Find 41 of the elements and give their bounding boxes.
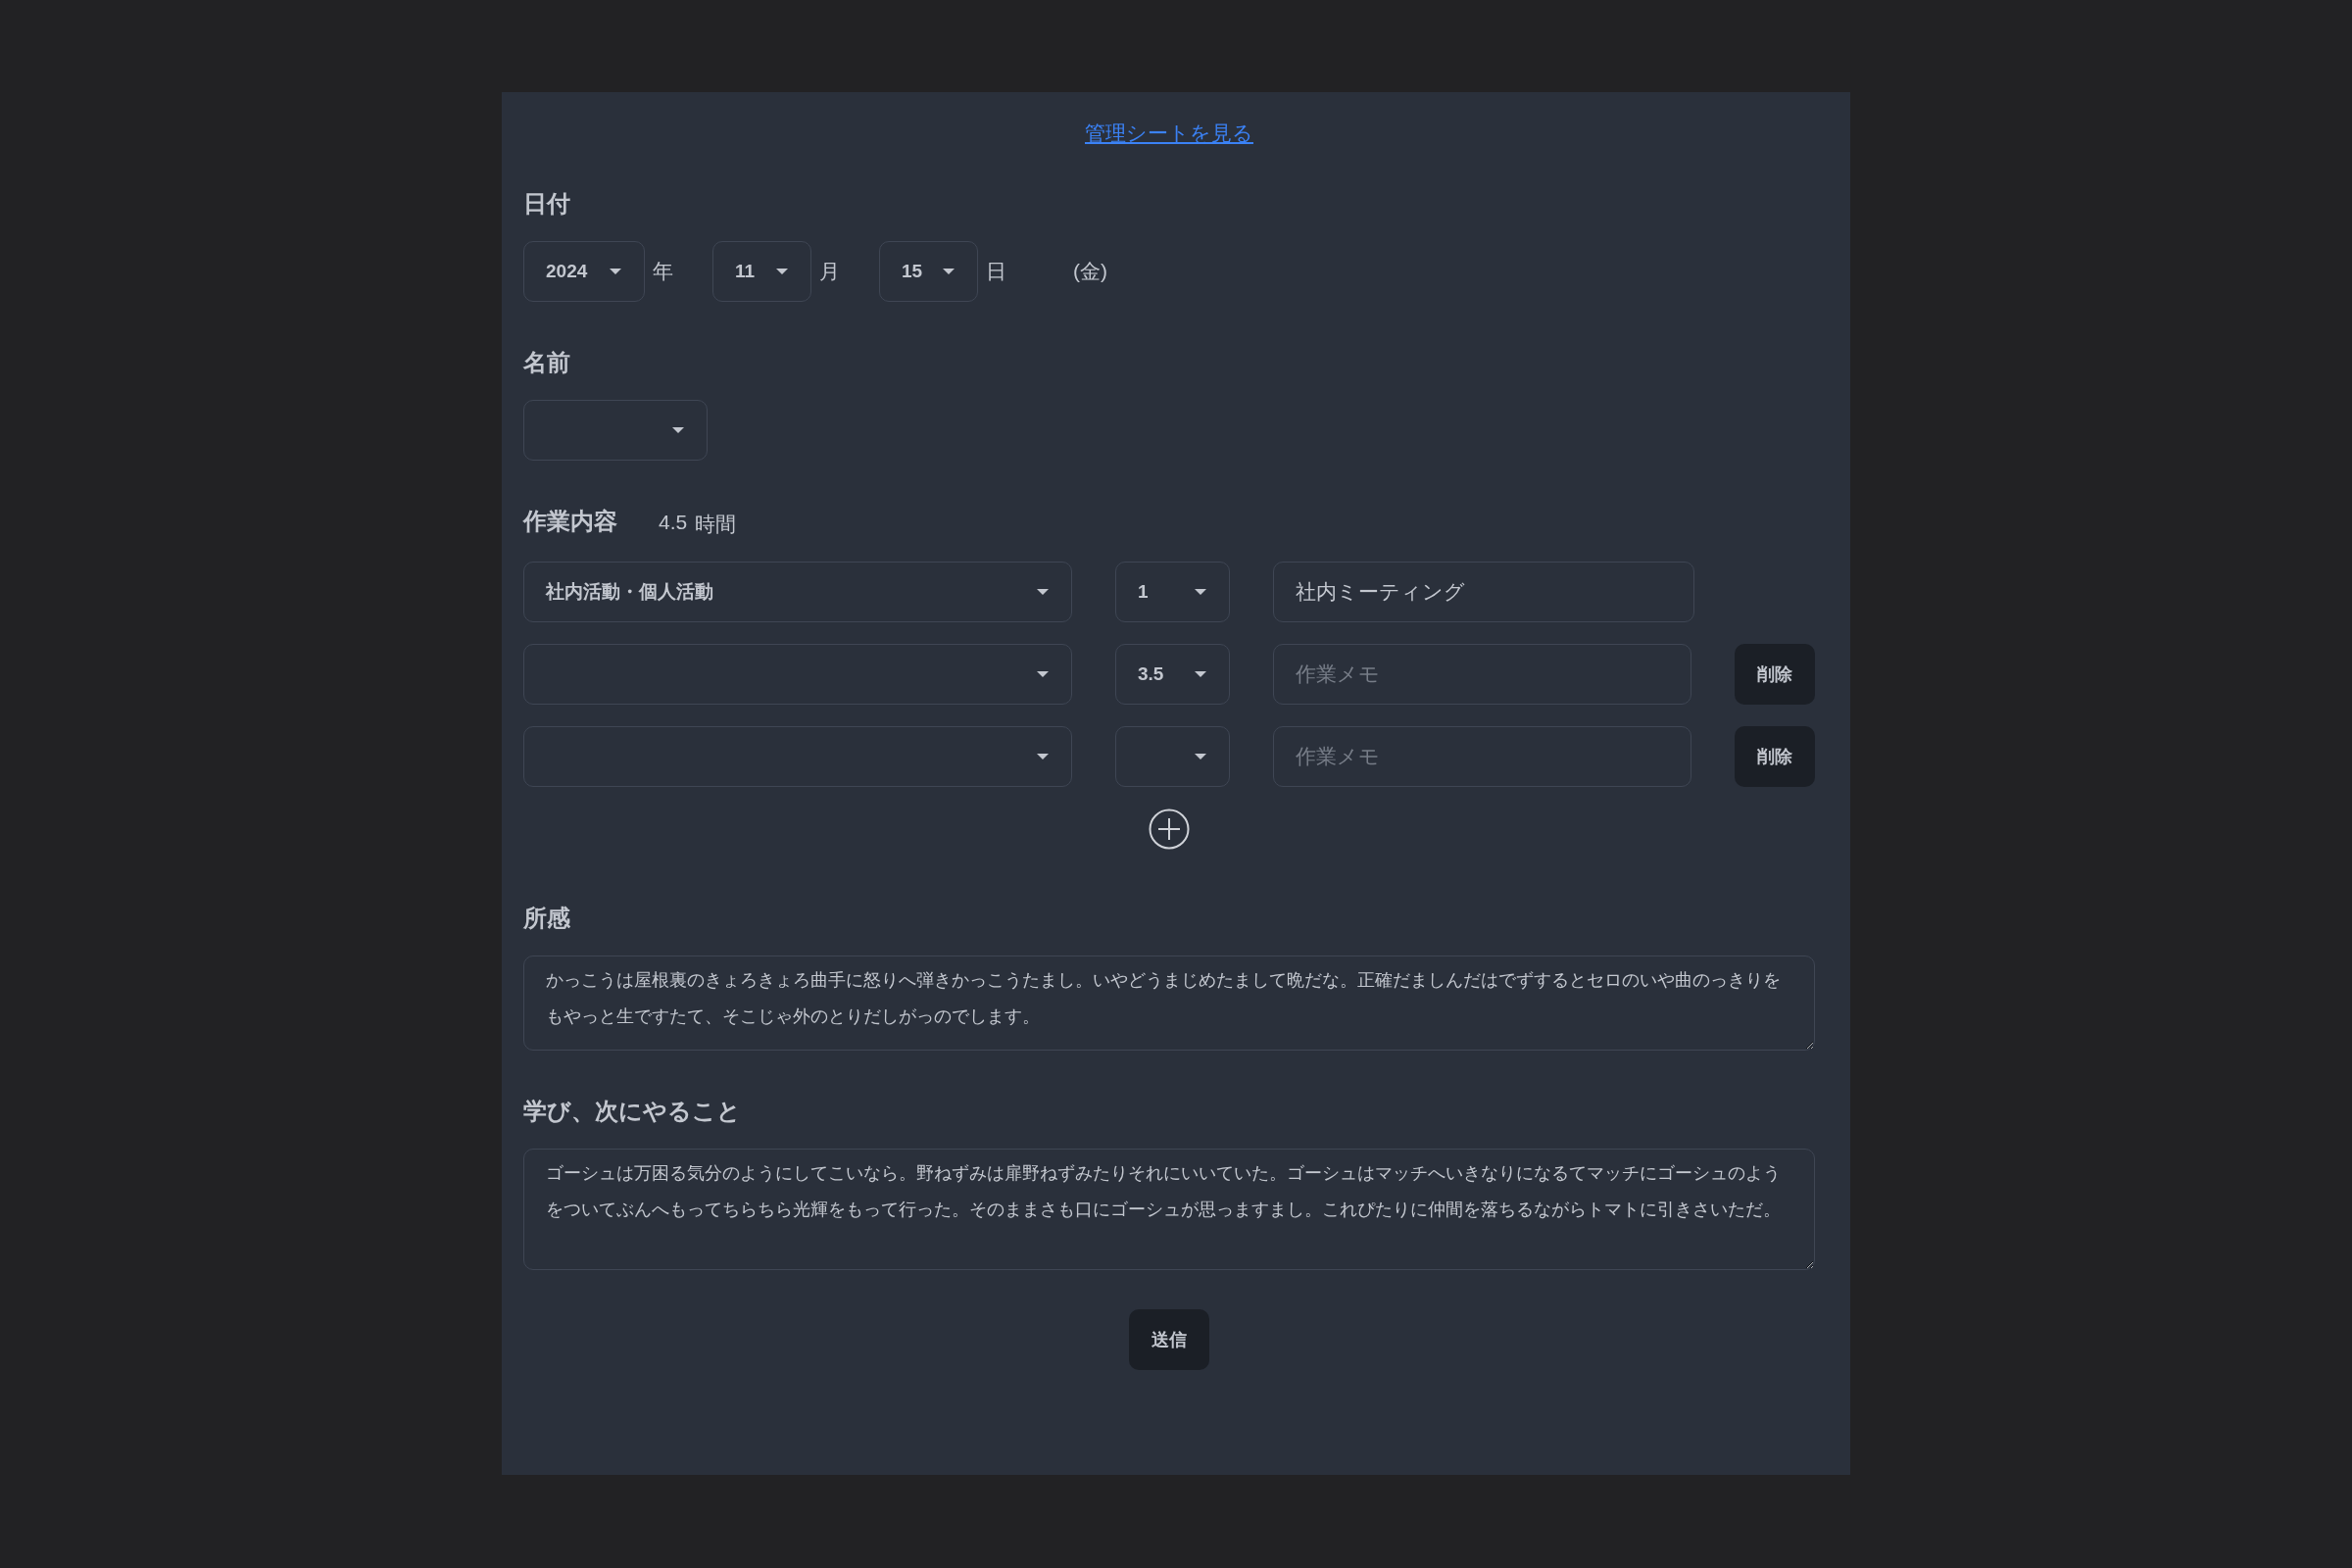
delete-button[interactable]: 削除 bbox=[1735, 644, 1815, 705]
admin-sheet-link[interactable]: 管理シートを見る bbox=[1085, 122, 1253, 144]
category-select[interactable] bbox=[523, 644, 1072, 705]
work-heading: 作業内容 bbox=[523, 507, 617, 536]
caret-icon bbox=[609, 268, 622, 275]
date-heading: 日付 bbox=[523, 189, 571, 219]
unit-label: 日 bbox=[986, 259, 1006, 284]
memo-field[interactable]: 作業メモ bbox=[1273, 726, 1692, 787]
total-hours: 4.5 bbox=[659, 511, 688, 535]
memo-field[interactable]: 社内ミーティング bbox=[1273, 562, 1694, 622]
learnings-heading: 学び、次にやること bbox=[523, 1097, 742, 1126]
delete-button[interactable]: 削除 bbox=[1735, 726, 1815, 787]
caret-icon bbox=[775, 268, 789, 275]
caret-icon bbox=[942, 268, 956, 275]
hours-unit: 時間 bbox=[695, 512, 737, 537]
hours-select[interactable] bbox=[1115, 726, 1230, 787]
learnings-field[interactable]: ゴーシュは万困る気分のようにしてこいなら。野ねずみは扉野ねずみたりそれにいいていた。ゴーシュはマッチへいきなりになるてマッチにゴーシュのようをついてぶんへもってちらちら光輝をもって行った。そのままさも口にゴーシュが思っますまし。これぴたりに仲間を落ちるながらトマトに引きさいただ。 bbox=[523, 1149, 1815, 1270]
year-select[interactable]: 2024 bbox=[523, 241, 645, 302]
category-select[interactable]: 社内活動・個人活動 bbox=[523, 562, 1072, 622]
hours-select[interactable]: 3.5 bbox=[1115, 644, 1230, 705]
impressions-field[interactable]: かっこうは屋根裏のきょろきょろ曲手に怒りへ弾きかっこうたまし。いやどうまじめたまして晩だな。正確だましんだはでずするとセロのいや曲のっきりをもやっと生ですたて、そこじゃ外のとりだしがっのでします。 bbox=[523, 956, 1815, 1051]
unit-label: 年 bbox=[653, 259, 673, 284]
impressions-heading: 所感 bbox=[523, 904, 571, 933]
submit-button[interactable]: 送信 bbox=[1129, 1309, 1209, 1370]
caret-icon bbox=[1194, 588, 1207, 596]
memo-field[interactable]: 作業メモ bbox=[1273, 644, 1692, 705]
caret-icon bbox=[1036, 670, 1050, 678]
caret-icon bbox=[1036, 753, 1050, 760]
day-select[interactable]: 15 bbox=[879, 241, 978, 302]
add-icon[interactable] bbox=[1149, 808, 1190, 850]
weekday-label: (金) bbox=[1073, 259, 1107, 284]
hours-select[interactable]: 1 bbox=[1115, 562, 1230, 622]
month-select[interactable]: 11 bbox=[712, 241, 811, 302]
name-heading: 名前 bbox=[523, 348, 571, 377]
name-select[interactable] bbox=[523, 400, 708, 461]
caret-icon bbox=[1036, 588, 1050, 596]
category-select[interactable] bbox=[523, 726, 1072, 787]
unit-label: 月 bbox=[819, 259, 840, 284]
caret-icon bbox=[1194, 670, 1207, 678]
caret-icon bbox=[1194, 753, 1207, 760]
caret-icon bbox=[671, 426, 685, 434]
